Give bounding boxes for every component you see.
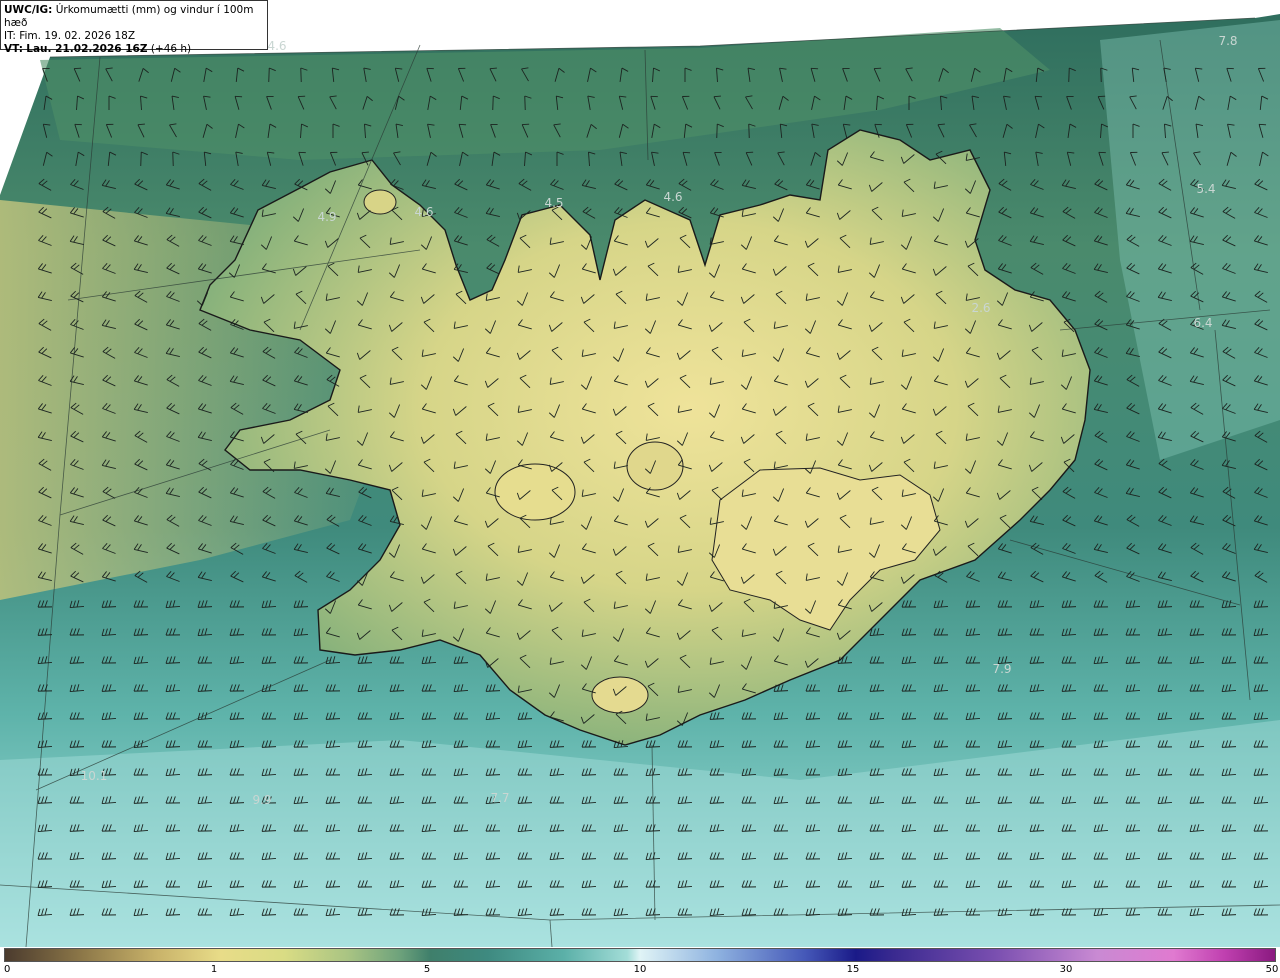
glacier-drangajokull bbox=[363, 189, 397, 215]
info-box: UWC/IG: Úrkomumætti (mm) og vindur í 100… bbox=[0, 0, 268, 55]
colorbar-tick: 5 bbox=[423, 964, 431, 975]
value-label: 7.8 bbox=[1218, 34, 1238, 48]
glacier-myrdalsjokull bbox=[591, 676, 649, 714]
precipitation-map bbox=[0, 14, 1280, 947]
initial-time: IT: Fim. 19. 02. 2026 18Z bbox=[4, 30, 136, 42]
colorbar-tick: 30 bbox=[1059, 964, 1073, 975]
valid-prefix: VT: bbox=[4, 43, 23, 55]
colorbar-tick: 10 bbox=[633, 964, 647, 975]
colorbar-tick: 0 bbox=[4, 964, 11, 975]
colorbar-tick: 50 bbox=[1265, 964, 1279, 975]
value-label: 7.7 bbox=[490, 791, 510, 805]
value-label: 4.6 bbox=[414, 205, 434, 219]
value-label: 6.4 bbox=[1193, 316, 1213, 330]
glacier-langjokull bbox=[494, 463, 576, 521]
valid-time: Lau. 21.02.2026 16Z bbox=[26, 43, 148, 55]
value-label: 4.6 bbox=[267, 39, 287, 53]
value-label: 2.6 bbox=[971, 301, 991, 315]
value-label: 9.9 bbox=[252, 793, 272, 807]
value-label: 4.5 bbox=[544, 196, 564, 210]
lead-time: (+46 h) bbox=[150, 43, 192, 55]
value-label: 4.9 bbox=[317, 210, 337, 224]
colorbar-tick: 15 bbox=[846, 964, 860, 975]
value-label: 7.9 bbox=[992, 662, 1012, 676]
model-label: UWC/IG: bbox=[4, 4, 53, 16]
value-label: 5.4 bbox=[1196, 182, 1216, 196]
glacier-hofsjokull bbox=[626, 441, 684, 491]
value-label: 4.6 bbox=[663, 190, 683, 204]
colorbar-tick: 1 bbox=[210, 964, 218, 975]
value-label: 10.1 bbox=[80, 769, 108, 783]
colorbar: 0 1 5 10 15 30 50 bbox=[0, 947, 1280, 978]
colorbar-strip bbox=[4, 948, 1276, 962]
